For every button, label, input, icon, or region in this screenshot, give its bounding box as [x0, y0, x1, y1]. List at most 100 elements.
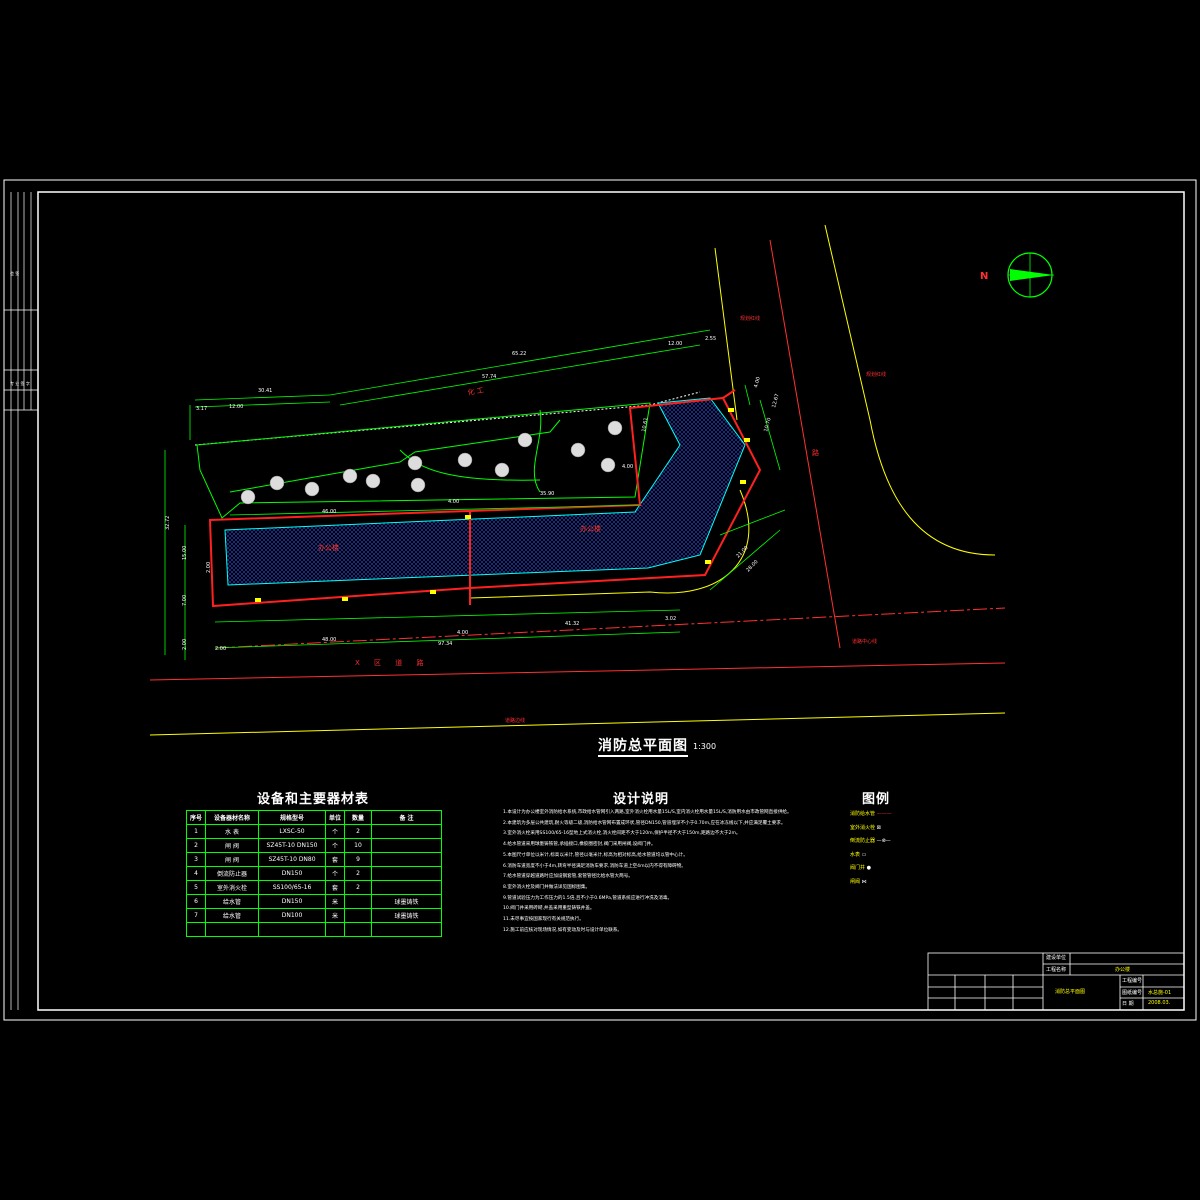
- svg-text:路: 路: [812, 448, 819, 457]
- tb-drawing-name: 消防总平面图: [1055, 989, 1086, 995]
- table-cell: 9: [344, 852, 372, 867]
- table-cell: LXSC-50: [258, 824, 326, 839]
- table-cell: 个: [325, 866, 345, 881]
- svg-text:化 工: 化 工: [467, 385, 485, 397]
- legend-title: 图例: [862, 792, 891, 807]
- svg-text:4.00: 4.00: [622, 464, 633, 470]
- svg-text:48.00: 48.00: [322, 637, 336, 643]
- svg-text:3.02: 3.02: [665, 616, 676, 622]
- svg-text:道路边线: 道路边线: [505, 717, 525, 724]
- table-row: 2闸 阀 SZ45T-10 DN150 个 10: [186, 838, 442, 853]
- table-cell: 2: [186, 838, 206, 853]
- design-notes: 1.本设计为办公楼室外消防给水系统,市政给水管网引入两路,室外消火栓用水量15L…: [503, 808, 803, 936]
- table-cell: 闸 阀: [205, 838, 259, 853]
- table-cell: 米: [325, 894, 345, 909]
- svg-text:2.00: 2.00: [206, 562, 212, 573]
- table-cell: 1: [186, 824, 206, 839]
- office-building: [224, 397, 746, 586]
- note-item: 6.消防车道宽度不小于4m,转弯半径满足消防车要求,消防车道上空4m以内不得有障…: [503, 863, 686, 869]
- table-header: 数量: [344, 810, 372, 825]
- svg-text:2.55: 2.55: [705, 336, 716, 342]
- table-cell: [371, 824, 442, 839]
- svg-text:12.00: 12.00: [668, 341, 682, 347]
- table-row: 7 给水管 DN100 米 球墨铸铁: [186, 908, 442, 923]
- table-cell: 球墨铸铁: [371, 894, 442, 909]
- tb-client-label: 建设单位: [1046, 955, 1067, 961]
- svg-text:4.00: 4.00: [448, 499, 459, 505]
- table-cell: DN150: [258, 894, 326, 909]
- svg-text:10.70: 10.70: [763, 417, 773, 432]
- svg-text:12.00: 12.00: [229, 404, 243, 410]
- legend-item: 消防给水管 ———: [850, 811, 892, 817]
- svg-text:办公楼: 办公楼: [318, 543, 339, 552]
- side-strip-lower: 专 业 签 字: [10, 380, 30, 386]
- svg-text:41.32: 41.32: [565, 621, 579, 627]
- drawing-title: 消防总平面图: [598, 735, 688, 757]
- table-cell: 5: [186, 880, 206, 895]
- legend: 消防给水管 ——— 室外消火栓 ⊠ 倒流防止器 —⊗— 水表 ▭ 阀门井 ● 闸…: [850, 808, 892, 889]
- factory-boundary: [194, 391, 701, 446]
- tb-project-no-label: 工程编号: [1122, 978, 1143, 984]
- svg-text:2.00: 2.00: [215, 646, 226, 652]
- svg-text:4.00: 4.00: [753, 376, 762, 388]
- equipment-table: 序号 设备器材名称 规格型号 单位 数量 备 注 1水 表 LXSC-50 个 2 2…: [186, 810, 442, 937]
- table-header: 设备器材名称: [205, 810, 259, 825]
- table-cell: [371, 866, 442, 881]
- tb-drawing-no-label: 图纸编号: [1122, 990, 1143, 996]
- table-cell: 室外消火栓: [205, 880, 259, 895]
- note-item: 12.施工前应核对现场情况,如有变动及时与设计单位联系。: [503, 927, 623, 933]
- table-cell: SZ45T-10 DN80: [258, 852, 326, 867]
- legend-item: 水表 ▭: [850, 851, 867, 858]
- title-block: [927, 952, 1185, 1011]
- svg-text:规划红线: 规划红线: [866, 371, 886, 378]
- table-cell: 个: [325, 824, 345, 839]
- table-row: 5 室外消火栓 SS100/65-16 套 2: [186, 880, 442, 895]
- table-header-row: 序号 设备器材名称 规格型号 单位 数量 备 注: [186, 810, 442, 825]
- table-cell: 6: [186, 894, 206, 909]
- drawing-scale: 1:300: [693, 742, 717, 751]
- table-cell: [344, 908, 372, 923]
- table-cell: 米: [325, 908, 345, 923]
- table-cell: [371, 922, 442, 937]
- table-cell: 2: [344, 824, 372, 839]
- svg-text:7.00: 7.00: [182, 595, 188, 606]
- svg-text:道路中心线: 道路中心线: [852, 638, 877, 645]
- svg-text:30.41: 30.41: [258, 388, 272, 394]
- table-cell: 给水管: [205, 908, 259, 923]
- table-cell: 7: [186, 908, 206, 923]
- table-cell: [325, 922, 345, 937]
- table-cell: 球墨铸铁: [371, 908, 442, 923]
- table-cell: 套: [325, 852, 345, 867]
- north-arrow-icon: [1007, 252, 1054, 298]
- equipment-table-title: 设备和主要器材表: [257, 792, 370, 807]
- note-item: 9.管道试验压力为工作压力的1.5倍,且不小于0.6MPa,管道系统应进行冲洗及…: [503, 895, 673, 901]
- tb-date-label: 日 期: [1122, 1001, 1134, 1007]
- svg-text:57.74: 57.74: [482, 374, 496, 380]
- svg-text:15.00: 15.00: [182, 546, 188, 560]
- tb-project-label: 工程名称: [1046, 967, 1067, 973]
- note-item: 1.本设计为办公楼室外消防给水系统,市政给水管网引入两路,室外消火栓用水量15L…: [503, 810, 792, 815]
- table-row: 1水 表 LXSC-50 个 2: [186, 824, 442, 839]
- table-cell: 10: [344, 838, 372, 853]
- north-label: N: [980, 271, 988, 282]
- note-item: 7.给水管道穿越道路时应加设钢套管,套管管径比给水管大两号。: [503, 874, 633, 880]
- note-item: 3.室外消火栓采用SS100/65-16型地上式消火栓,消火栓间距不大于120m…: [503, 831, 741, 837]
- binding-strip: [4, 192, 38, 1010]
- table-row: [186, 922, 442, 937]
- svg-text:65.22: 65.22: [512, 351, 526, 357]
- table-cell: 倒流防止器: [205, 866, 259, 881]
- table-cell: DN150: [258, 866, 326, 881]
- table-cell: 4: [186, 866, 206, 881]
- note-item: 5.本图尺寸单位以米计,标高以米计,管径以毫米计,标高为相对标高,给水管道均以管…: [503, 852, 688, 858]
- table-row: 4 倒流防止器 DN150 个 2: [186, 866, 442, 881]
- svg-text:35.90: 35.90: [540, 491, 554, 497]
- table-row: 3闸 阀 SZ45T-10 DN80 套 9: [186, 852, 442, 867]
- svg-text:办公楼: 办公楼: [580, 524, 601, 533]
- table-cell: [186, 922, 206, 937]
- table-cell: [371, 852, 442, 867]
- svg-text:46.00: 46.00: [322, 509, 336, 515]
- tb-project-value: 办公楼: [1115, 967, 1131, 973]
- note-item: 2.本建筑为多层公共建筑,耐火等级二级,消防给水管网布置成环状,管径DN150,…: [503, 820, 786, 826]
- table-cell: 闸 阀: [205, 852, 259, 867]
- note-item: 8.室外消火栓及阀门井做法详见国标图集。: [503, 884, 591, 890]
